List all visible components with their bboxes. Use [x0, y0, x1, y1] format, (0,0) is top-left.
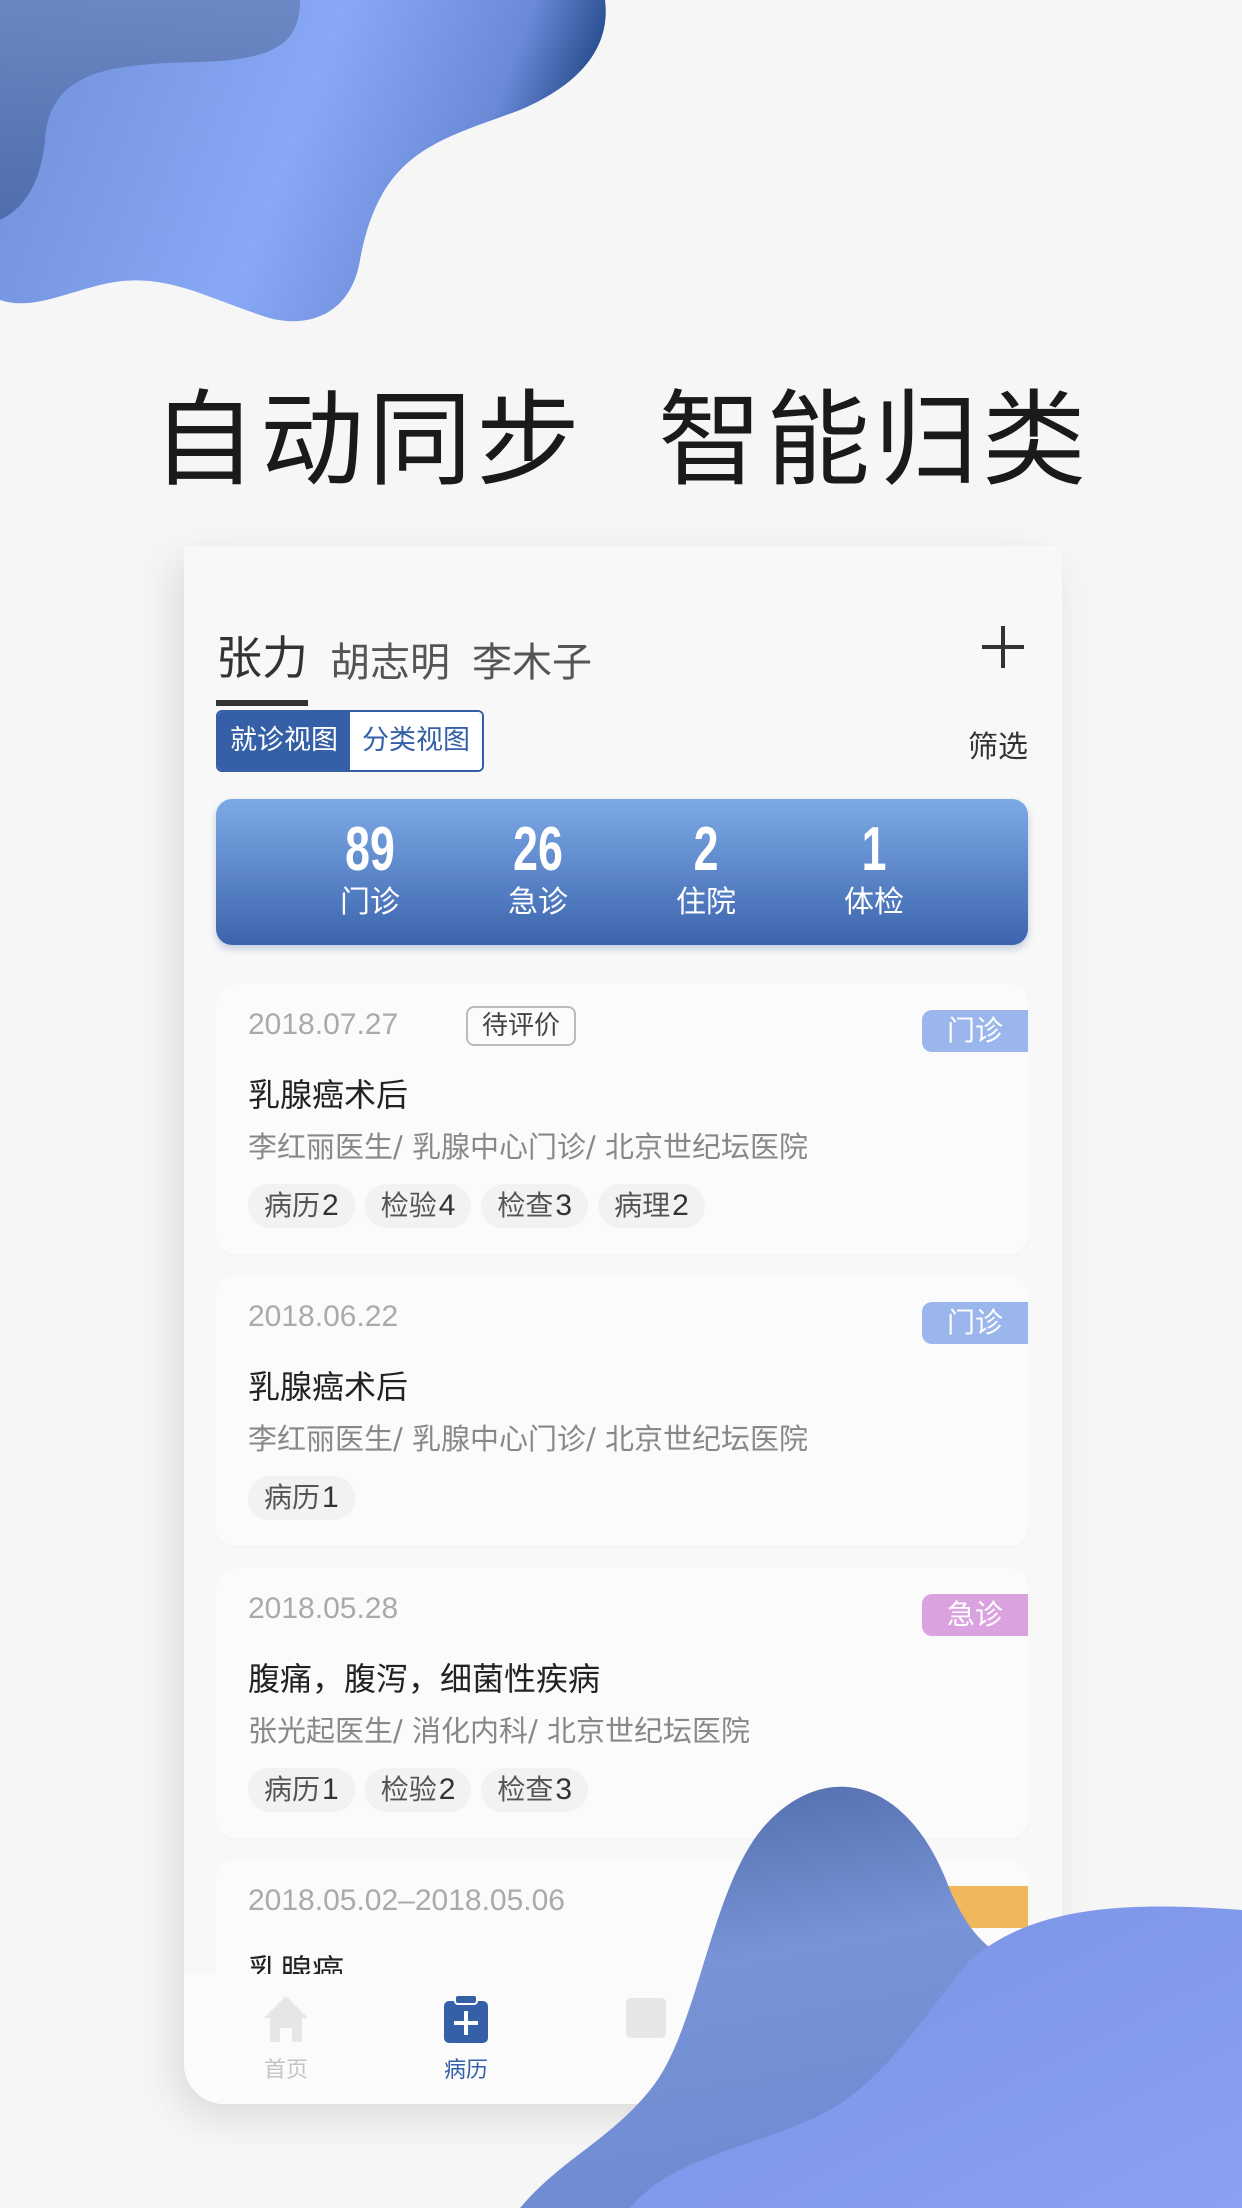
filter-button[interactable]: 筛选	[968, 722, 1028, 766]
patient-tabs: 张力 胡志明 李木子	[216, 618, 614, 706]
medical-record-icon	[444, 1994, 488, 2043]
chip-label: 检查	[497, 1189, 554, 1222]
view-toggle: 就诊视图 分类视图	[216, 710, 484, 772]
record-chips: 病历2 检验4 检查3 病理2	[248, 1184, 715, 1228]
chip-count: 2	[322, 1189, 339, 1222]
record-date: 2018.05.28	[248, 1592, 399, 1625]
chip-examination[interactable]: 检查3	[481, 1184, 589, 1228]
stats-summary: 89 门诊 26 急诊 2 住院 1 体检	[216, 799, 1028, 945]
stat-label: 体检	[844, 885, 904, 920]
chip-medical-record[interactable]: 病历1	[248, 1768, 355, 1812]
stat-label: 急诊	[508, 885, 568, 920]
chip-medical-record[interactable]: 病历1	[248, 1476, 355, 1520]
chip-label: 病历	[264, 1481, 321, 1514]
decorative-blob-top	[0, 0, 606, 322]
record-date: 2018.06.22	[248, 1300, 399, 1333]
record-type-badge: 门诊	[922, 1302, 1028, 1344]
chip-label: 检验	[380, 1773, 437, 1806]
record-type-badge: 急诊	[922, 1594, 1028, 1636]
chip-label: 病理	[614, 1189, 671, 1222]
record-subtitle: 张光起医生/ 消化内科/ 北京世纪坛医院	[248, 1714, 750, 1748]
record-title: 乳腺癌术后	[248, 1368, 409, 1406]
record-title: 腹痛，腹泻，细菌性疾病	[248, 1660, 601, 1698]
stat-emergency[interactable]: 26 急诊	[478, 799, 598, 945]
record-title: 乳腺癌术后	[248, 1076, 409, 1114]
headline: 自动同步 智能归类	[151, 379, 1091, 501]
stat-value: 89	[345, 815, 395, 884]
home-icon	[264, 1996, 308, 2042]
record-card[interactable]: 2018.07.27 待评价 门诊 乳腺癌术后 李红丽医生/ 乳腺中心门诊/ 北…	[216, 984, 1028, 1254]
nav-label: 首页	[263, 2058, 308, 2083]
stat-label: 住院	[676, 885, 736, 920]
chip-lab-test[interactable]: 检验2	[364, 1768, 472, 1812]
chip-label: 病历	[264, 1773, 321, 1806]
tab-patient-huzhiming[interactable]: 胡志明	[330, 630, 450, 688]
chip-label: 检验	[380, 1189, 437, 1222]
record-subtitle: 李红丽医生/ 乳腺中心门诊/ 北京世纪坛医院	[248, 1130, 808, 1164]
chip-pathology[interactable]: 病理2	[598, 1184, 705, 1228]
stat-label: 门诊	[340, 885, 400, 920]
record-chips: 病历1	[248, 1476, 365, 1520]
visit-view-button[interactable]: 就诊视图	[218, 712, 350, 770]
stat-value: 1	[861, 815, 887, 884]
stat-value: 2	[693, 815, 719, 884]
stat-checkup[interactable]: 1 体检	[814, 799, 934, 945]
nav-item-home[interactable]: 首页	[226, 1994, 346, 2084]
chip-count: 1	[322, 1773, 339, 1806]
stat-value: 26	[513, 815, 563, 884]
category-view-button[interactable]: 分类视图	[350, 712, 482, 770]
tab-patient-limuzi[interactable]: 李木子	[472, 630, 592, 688]
stat-inpatient[interactable]: 2 住院	[646, 799, 766, 945]
chip-medical-record[interactable]: 病历2	[248, 1184, 355, 1228]
chip-count: 3	[555, 1189, 573, 1222]
stat-outpatient[interactable]: 89 门诊	[310, 799, 430, 945]
chip-count: 2	[438, 1773, 456, 1806]
chip-label: 病历	[264, 1189, 321, 1222]
decorative-blob-bottom	[520, 1786, 1242, 2208]
pending-review-badge[interactable]: 待评价	[466, 1006, 577, 1046]
tab-patient-zhangli[interactable]: 张力	[216, 622, 308, 706]
record-card[interactable]: 2018.06.22 门诊 乳腺癌术后 李红丽医生/ 乳腺中心门诊/ 北京世纪坛…	[216, 1276, 1028, 1546]
record-type-badge: 门诊	[922, 1010, 1028, 1052]
record-subtitle: 李红丽医生/ 乳腺中心门诊/ 北京世纪坛医院	[248, 1422, 808, 1456]
chip-count: 2	[672, 1189, 689, 1222]
record-date: 2018.07.27	[248, 1008, 399, 1041]
chip-count: 1	[322, 1481, 339, 1514]
chip-count: 4	[438, 1189, 456, 1222]
plus-icon[interactable]	[980, 624, 1026, 670]
chip-lab-test[interactable]: 检验4	[364, 1184, 472, 1228]
